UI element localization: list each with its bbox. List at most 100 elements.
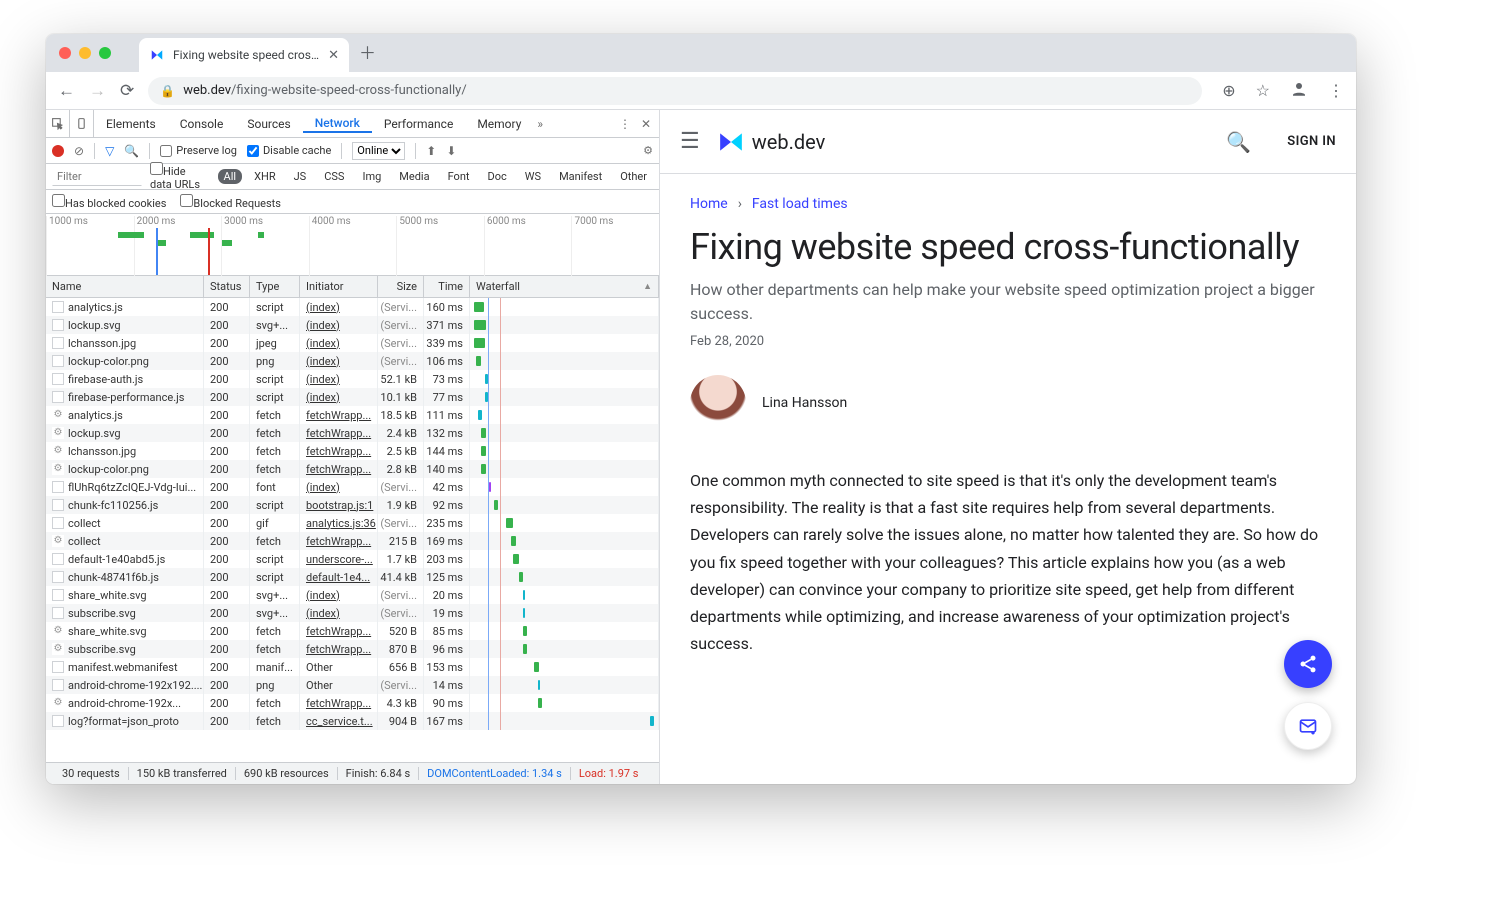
table-row[interactable]: default-1e40abd5.js200scriptunderscore-.… bbox=[46, 550, 659, 568]
filter-type-xhr[interactable]: XHR bbox=[248, 169, 282, 184]
crumb-section[interactable]: Fast load times bbox=[752, 196, 848, 212]
install-app-icon[interactable]: ⊕ bbox=[1222, 81, 1235, 100]
disable-cache-checkbox[interactable]: Disable cache bbox=[247, 144, 331, 157]
request-name: android-chrome-192x192.... bbox=[68, 679, 202, 692]
more-tabs-icon[interactable]: » bbox=[537, 117, 543, 131]
col-time[interactable]: Time bbox=[424, 276, 470, 297]
table-row[interactable]: log?format=json_proto200fetchcc_service.… bbox=[46, 712, 659, 730]
col-initiator[interactable]: Initiator bbox=[300, 276, 378, 297]
sign-in-link[interactable]: SIGN IN bbox=[1287, 134, 1336, 149]
throttle-select[interactable]: Online bbox=[352, 142, 405, 160]
tab-strip: Fixing website speed cross-fu ✕ ＋ bbox=[46, 34, 1356, 72]
filter-type-ws[interactable]: WS bbox=[519, 169, 547, 184]
table-row[interactable]: firebase-performance.js200script(index)1… bbox=[46, 388, 659, 406]
filter-type-font[interactable]: Font bbox=[442, 169, 476, 184]
table-row[interactable]: flUhRq6tzZclQEJ-Vdg-Iui...200font(index)… bbox=[46, 478, 659, 496]
table-row[interactable]: share_white.svg200svg+...(index)(Servi..… bbox=[46, 586, 659, 604]
minimize-window[interactable] bbox=[79, 47, 91, 59]
tab-sources[interactable]: Sources bbox=[235, 117, 302, 131]
table-row[interactable]: ⚙collect200fetchfetchWrapp...215 B169 ms bbox=[46, 532, 659, 550]
table-row[interactable]: ⚙analytics.js200fetchfetchWrapp...18.5 k… bbox=[46, 406, 659, 424]
filter-icon[interactable]: ▽ bbox=[105, 144, 114, 158]
table-row[interactable]: ⚙lockup-color.png200fetchfetchWrapp...2.… bbox=[46, 460, 659, 478]
filter-type-media[interactable]: Media bbox=[393, 169, 435, 184]
close-window[interactable] bbox=[59, 47, 71, 59]
table-row[interactable]: ⚙subscribe.svg200fetchfetchWrapp...870 B… bbox=[46, 640, 659, 658]
devtools-menu-icon[interactable]: ⋮ bbox=[619, 117, 631, 131]
upload-icon[interactable]: ⬆ bbox=[426, 144, 436, 158]
table-row[interactable]: analytics.js200script(index)(Servi...160… bbox=[46, 298, 659, 316]
page-header: ☰ web.dev 🔍 SIGN IN bbox=[660, 110, 1356, 174]
status-transferred: 150 kB transferred bbox=[129, 767, 236, 780]
table-row[interactable]: chunk-48741f6b.js200scriptdefault-1e4...… bbox=[46, 568, 659, 586]
tab-title: Fixing website speed cross-fu bbox=[173, 48, 320, 62]
search-icon[interactable]: 🔍 bbox=[1226, 130, 1251, 154]
reload-button[interactable]: ⟳ bbox=[120, 81, 134, 101]
table-row[interactable]: subscribe.svg200svg+...(index)(Servi...1… bbox=[46, 604, 659, 622]
table-row[interactable]: ⚙lockup.svg200fetchfetchWrapp...2.4 kB13… bbox=[46, 424, 659, 442]
filter-input[interactable] bbox=[52, 168, 142, 186]
col-type[interactable]: Type bbox=[250, 276, 300, 297]
tab-elements[interactable]: Elements bbox=[94, 117, 168, 131]
crumb-home[interactable]: Home bbox=[690, 196, 728, 212]
tab-console[interactable]: Console bbox=[168, 117, 236, 131]
filter-type-img[interactable]: Img bbox=[356, 169, 387, 184]
col-name[interactable]: Name bbox=[46, 276, 204, 297]
col-status[interactable]: Status bbox=[204, 276, 250, 297]
site-logo[interactable]: web.dev bbox=[718, 129, 826, 155]
maximize-window[interactable] bbox=[99, 47, 111, 59]
network-toolbar: ⊘ ▽ 🔍 Preserve log Disable cache Online … bbox=[46, 138, 659, 164]
hide-data-urls-checkbox[interactable]: Hide data URLs bbox=[150, 162, 210, 191]
profile-icon[interactable] bbox=[1290, 80, 1308, 102]
col-size[interactable]: Size bbox=[378, 276, 424, 297]
new-tab-button[interactable]: ＋ bbox=[359, 39, 376, 64]
table-row[interactable]: chunk-fc110256.js200scriptbootstrap.js:1… bbox=[46, 496, 659, 514]
author-avatar bbox=[690, 375, 746, 431]
filter-type-css[interactable]: CSS bbox=[318, 169, 350, 184]
close-tab-icon[interactable]: ✕ bbox=[328, 48, 339, 63]
menu-icon[interactable]: ⋮ bbox=[1328, 81, 1344, 100]
blocked-requests-checkbox[interactable]: Blocked Requests bbox=[180, 194, 281, 210]
address-bar[interactable]: 🔒 web.dev/fixing-website-speed-cross-fun… bbox=[148, 77, 1202, 105]
file-icon bbox=[52, 337, 64, 349]
inspect-icon[interactable] bbox=[46, 110, 70, 137]
hamburger-icon[interactable]: ☰ bbox=[680, 129, 700, 154]
table-row[interactable]: manifest.webmanifest200manif...Other656 … bbox=[46, 658, 659, 676]
devtools-close-icon[interactable]: ✕ bbox=[641, 117, 651, 131]
back-button[interactable]: ← bbox=[58, 81, 75, 101]
device-icon[interactable] bbox=[70, 110, 94, 137]
table-row[interactable]: lchansson.jpg200jpeg(index)(Servi...339 … bbox=[46, 334, 659, 352]
record-button[interactable] bbox=[52, 145, 64, 157]
timeline-overview[interactable]: 1000 ms2000 ms3000 ms4000 ms5000 ms6000 … bbox=[46, 214, 659, 276]
table-row[interactable]: lockup-color.png200png(index)(Servi...10… bbox=[46, 352, 659, 370]
preserve-log-checkbox[interactable]: Preserve log bbox=[160, 144, 237, 157]
filter-type-js[interactable]: JS bbox=[288, 169, 313, 184]
col-waterfall[interactable]: Waterfall▲ bbox=[470, 276, 659, 297]
table-row[interactable]: ⚙lchansson.jpg200fetchfetchWrapp...2.5 k… bbox=[46, 442, 659, 460]
file-icon bbox=[52, 607, 64, 619]
table-row[interactable]: collect200gifanalytics.js:36(Servi...235… bbox=[46, 514, 659, 532]
bookmark-icon[interactable]: ☆ bbox=[1256, 81, 1270, 100]
settings-icon[interactable]: ⚙ bbox=[643, 144, 653, 157]
browser-tab[interactable]: Fixing website speed cross-fu ✕ bbox=[139, 38, 349, 72]
table-row[interactable]: ⚙android-chrome-192x...200fetchfetchWrap… bbox=[46, 694, 659, 712]
file-icon: ⚙ bbox=[52, 427, 64, 439]
filter-type-other[interactable]: Other bbox=[614, 169, 653, 184]
has-blocked-cookies-checkbox[interactable]: Has blocked cookies bbox=[52, 194, 166, 210]
subscribe-fab[interactable] bbox=[1284, 702, 1332, 750]
tab-performance[interactable]: Performance bbox=[372, 117, 465, 131]
search-icon[interactable]: 🔍 bbox=[124, 144, 139, 158]
table-row[interactable]: firebase-auth.js200script(index)52.1 kB7… bbox=[46, 370, 659, 388]
clear-button[interactable]: ⊘ bbox=[74, 144, 84, 158]
table-row[interactable]: ⚙share_white.svg200fetchfetchWrapp...520… bbox=[46, 622, 659, 640]
filter-type-manifest[interactable]: Manifest bbox=[553, 169, 608, 184]
tab-network[interactable]: Network bbox=[303, 116, 372, 133]
download-icon[interactable]: ⬇ bbox=[446, 144, 456, 158]
tab-memory[interactable]: Memory bbox=[465, 117, 533, 131]
forward-button[interactable]: → bbox=[89, 81, 106, 101]
share-fab[interactable] bbox=[1284, 640, 1332, 688]
table-row[interactable]: lockup.svg200svg+...(index)(Servi...371 … bbox=[46, 316, 659, 334]
filter-type-all[interactable]: All bbox=[218, 169, 243, 184]
filter-type-doc[interactable]: Doc bbox=[482, 169, 513, 184]
table-row[interactable]: android-chrome-192x192....200pngOther(Se… bbox=[46, 676, 659, 694]
